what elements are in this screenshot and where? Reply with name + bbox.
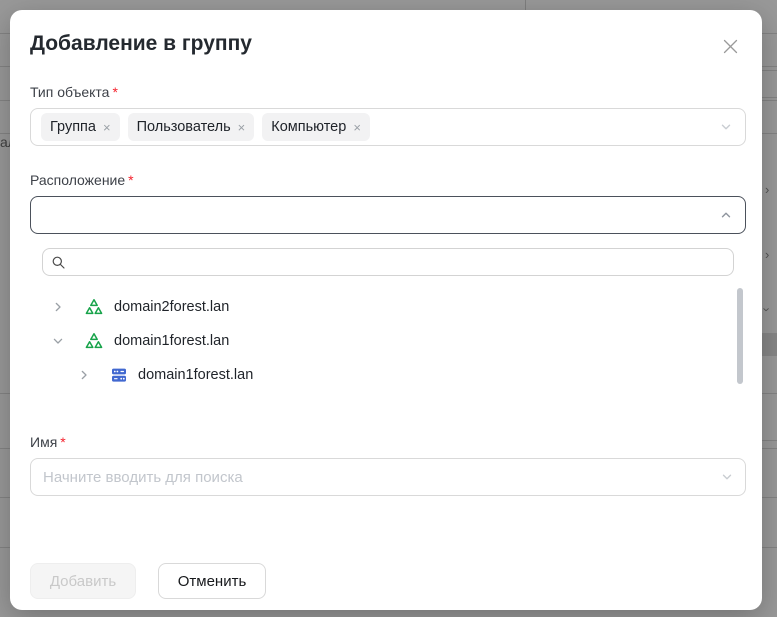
tag-user: Пользователь ×: [127, 113, 255, 141]
required-asterisk: *: [60, 434, 66, 450]
tag-label: Компьютер: [271, 119, 347, 135]
add-to-group-dialog: Добавление в группу Тип объекта * Группа …: [10, 10, 762, 610]
tag-group: Группа ×: [41, 113, 120, 141]
tag-computer: Компьютер ×: [262, 113, 370, 141]
chevron-down-icon[interactable]: [52, 335, 68, 347]
chevron-right-icon[interactable]: [52, 301, 68, 313]
tag-label: Группа: [50, 119, 96, 135]
tag-remove-icon[interactable]: ×: [103, 121, 111, 134]
chevron-down-icon: [719, 120, 733, 134]
name-input[interactable]: [30, 458, 746, 496]
object-type-label: Тип объекта *: [30, 84, 118, 100]
tree-search-input[interactable]: [72, 254, 725, 270]
tree-item-label: domain1forest.lan: [138, 367, 254, 383]
cancel-button[interactable]: Отменить: [158, 563, 266, 599]
location-label: Расположение *: [30, 172, 134, 188]
tree-row-domain1forest-child[interactable]: domain1forest.lan: [30, 358, 746, 392]
tree-search-field: [42, 248, 734, 276]
tree-scrollbar-thumb[interactable]: [737, 288, 743, 384]
object-type-multiselect[interactable]: Группа × Пользователь × Компьютер ×: [30, 108, 746, 146]
chevron-right-icon[interactable]: [78, 369, 94, 381]
selected-tags: Группа × Пользователь × Компьютер ×: [41, 113, 370, 141]
dialog-actions: Добавить Отменить: [30, 563, 746, 599]
domain-icon: [110, 366, 128, 384]
tag-label: Пользователь: [136, 119, 231, 135]
close-icon[interactable]: [720, 36, 740, 56]
tree-item-label: domain2forest.lan: [114, 299, 230, 315]
location-select[interactable]: [30, 196, 746, 234]
tag-remove-icon[interactable]: ×: [353, 121, 361, 134]
required-asterisk: *: [112, 84, 118, 100]
required-asterisk: *: [128, 172, 134, 188]
tree-row-domain2forest[interactable]: domain2forest.lan: [30, 290, 746, 324]
forest-icon: [84, 297, 104, 317]
forest-icon: [84, 331, 104, 351]
name-field: [30, 458, 746, 496]
dialog-title: Добавление в группу: [30, 32, 252, 55]
location-tree: domain2forest.lan domain1forest.lan doma…: [30, 290, 746, 392]
name-label: Имя *: [30, 434, 66, 450]
tree-item-label: domain1forest.lan: [114, 333, 230, 349]
search-icon: [51, 255, 66, 270]
chevron-down-icon: [720, 470, 734, 484]
tag-remove-icon[interactable]: ×: [238, 121, 246, 134]
chevron-up-icon: [719, 208, 733, 222]
tree-row-domain1forest[interactable]: domain1forest.lan: [30, 324, 746, 358]
add-button[interactable]: Добавить: [30, 563, 136, 599]
